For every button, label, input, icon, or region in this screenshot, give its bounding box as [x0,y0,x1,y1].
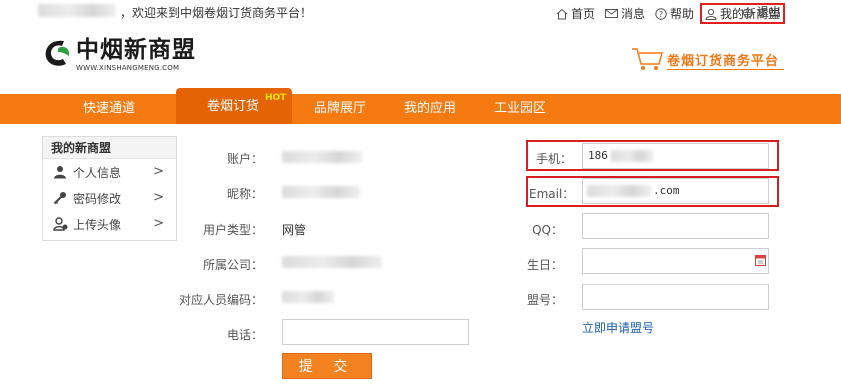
submit-button[interactable]: 提 交 [282,353,372,379]
birthday-label: 生日： [526,258,563,272]
platform-underline [667,69,784,70]
email-value-redacted [587,185,651,197]
qq-input[interactable] [582,213,769,239]
home-link[interactable]: 首页 [556,5,595,22]
logo-leaf-icon [42,37,74,69]
nav-quick-access[interactable]: 快速通道 [78,94,140,124]
sidebar: 我的新商盟 个人信息 > 密码修改 > 上传头像 > [42,136,177,241]
mobile-value-redacted [611,150,653,162]
nav-cigarette-order[interactable]: 卷烟订货 [200,88,266,124]
svg-text:?: ? [659,10,663,19]
sidebar-title: 我的新商盟 [43,137,176,159]
cart-icon [632,48,663,70]
top-bar: ，欢迎来到中烟卷烟订货商务平台！ 首页 消息 ? 帮助 我的新商盟 退出 [0,0,841,24]
email-domain-value: .com [653,184,680,197]
help-icon: ? [655,7,667,20]
nav-my-apps[interactable]: 我的应用 [398,94,462,124]
chevron-right-icon: > [153,164,164,179]
logout-label: 退出 [757,5,782,19]
key-icon [52,190,68,206]
phone-label: 电话： [226,328,263,342]
chevron-right-icon: > [153,216,164,231]
messages-label: 消息 [620,7,645,21]
chevron-right-icon: > [153,190,164,205]
platform-title: 卷烟订货商务平台 [667,53,780,69]
nickname-label: 昵称： [226,187,263,201]
birthday-input[interactable] [582,248,769,274]
user-type-value: 网管 [282,223,307,237]
welcome-text: ，欢迎来到中烟卷烟订货商务平台！ [120,6,313,20]
site-logo[interactable]: 中烟新商盟 WWW.XINSHANGMENG.COM [42,37,196,72]
sidebar-item-label: 密码修改 [73,191,122,206]
sidebar-item-profile[interactable]: 个人信息 > [43,159,176,185]
sidebar-item-avatar[interactable]: 上传头像 > [43,211,176,237]
apply-league-no-link[interactable]: 立即申请盟号 [582,319,654,336]
qq-label: QQ： [532,223,563,237]
sidebar-item-label: 个人信息 [73,165,122,180]
help-label: 帮助 [669,7,694,21]
company-value-redacted [282,256,382,268]
username-redacted [38,4,116,17]
home-label: 首页 [570,7,595,21]
mobile-value: 186 [588,149,608,162]
staff-code-value-redacted [282,291,334,303]
avatar-upload-icon [52,216,68,232]
messages-link[interactable]: 消息 [604,5,645,22]
league-no-label: 盟号： [526,293,563,307]
mobile-label: 手机： [536,152,573,166]
mail-icon [604,9,618,18]
user-type-label: 用户类型： [202,223,263,237]
logo-name: 中烟新商盟 [76,36,196,63]
account-value-redacted [282,151,362,163]
person-icon [52,164,68,180]
logout-link[interactable]: 退出 [742,3,781,20]
home-icon [556,8,568,19]
company-label: 所属公司： [202,258,263,272]
sidebar-item-label: 上传头像 [73,217,122,232]
nav-brand-hall[interactable]: 品牌展厅 [308,94,372,124]
mobile-input[interactable]: 186 [582,143,769,169]
phone-input[interactable] [282,319,469,345]
staff-code-label: 对应人员编码： [178,293,263,307]
user-icon [705,8,717,20]
hot-badge: HOT [265,93,287,103]
power-icon [743,6,753,18]
calendar-icon[interactable] [755,254,766,266]
email-label: Email： [529,187,575,201]
email-input[interactable]: .com [582,178,769,204]
account-label: 账户： [226,152,263,166]
nav-industrial-park[interactable]: 工业园区 [488,94,552,124]
league-no-input[interactable] [582,284,769,310]
logo-url: WWW.XINSHANGMENG.COM [76,64,180,72]
help-link[interactable]: ? 帮助 [655,5,694,22]
sidebar-item-password[interactable]: 密码修改 > [43,185,176,211]
nickname-value-redacted [282,186,360,198]
